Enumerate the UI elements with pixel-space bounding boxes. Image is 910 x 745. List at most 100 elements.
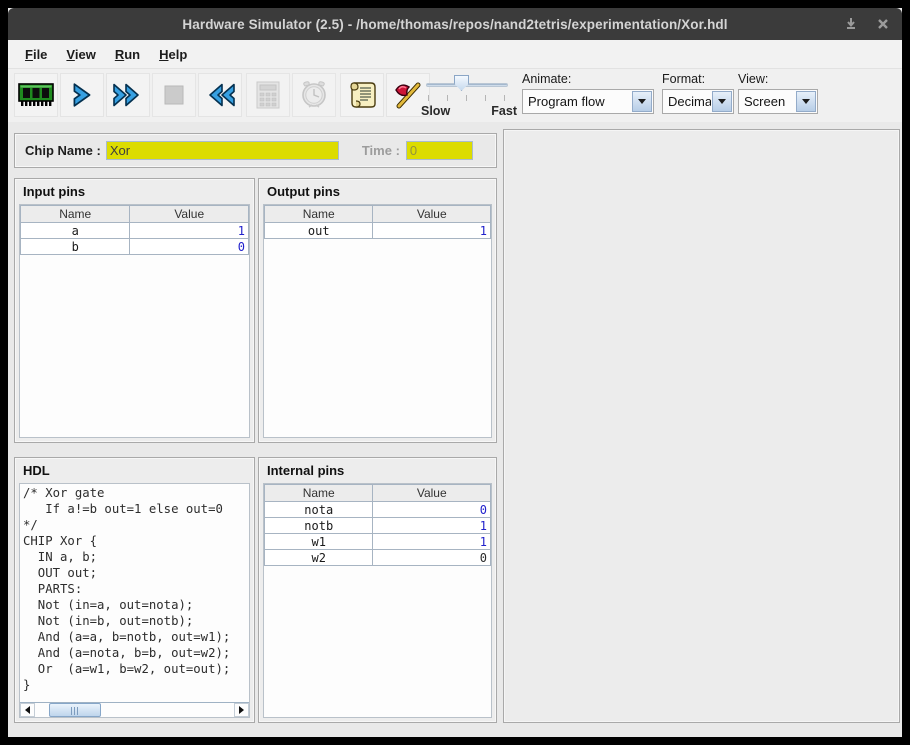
time-field: 0 [406,141,473,160]
animate-select[interactable]: Program flow [522,89,654,114]
hdl-line: Not (in=b, out=notb); [23,613,246,629]
chip-name-label: Chip Name : [25,143,101,158]
stop-button [152,73,196,117]
pin-name: nota [265,502,373,518]
format-group: Format: Decimal [662,72,734,114]
format-label: Format: [662,72,734,86]
view-label: View: [738,72,818,86]
single-step-button[interactable] [60,73,104,117]
hdl-line: PARTS: [23,581,246,597]
chip-name-bar: Chip Name : Xor Time : 0 [14,133,497,168]
chip-view-panel [503,129,900,723]
calculator-button [246,73,290,117]
hdl-panel: HDL /* Xor gate If a!=b out=1 else out=0… [14,457,255,723]
table-row: nota 0 [265,502,491,518]
pin-value[interactable]: 0 [373,502,491,518]
column-header-name: Name [265,485,373,502]
hdl-line: */ [23,517,246,533]
reset-button[interactable] [198,73,242,117]
window-title: Hardware Simulator (2.5) - /home/thomas/… [182,17,727,32]
column-header-name: Name [21,206,130,223]
speed-slider[interactable]: Slow Fast [418,71,520,121]
menu-file[interactable]: File [16,43,57,66]
pin-name: w2 [265,550,373,566]
single-step-icon [69,82,95,108]
table-row: b 0 [21,239,249,255]
table-row: notb 1 [265,518,491,534]
menu-run[interactable]: Run [106,43,150,66]
time-label: Time : [362,143,400,158]
column-header-value: Value [373,485,491,502]
hdl-line: IN a, b; [23,549,246,565]
stop-square-icon [162,83,186,107]
clock-button [292,73,336,117]
scroll-right-button[interactable] [234,703,249,717]
output-pins-title: Output pins [259,179,496,203]
scroll-left-button[interactable] [20,703,35,717]
input-pins-panel: Input pins Name Value a 1 b 0 [14,178,255,443]
view-select[interactable]: Screen [738,89,818,114]
chip-name-field[interactable]: Xor [106,141,339,160]
close-button[interactable] [874,15,892,33]
pin-value[interactable]: 0 [130,239,249,255]
format-select[interactable]: Decimal [662,89,734,114]
menu-bar: File View Run Help [8,40,902,68]
hdl-line: CHIP Xor { [23,533,246,549]
chevron-down-icon[interactable] [712,91,732,112]
pin-value[interactable]: 0 [373,550,491,566]
slider-slow-label: Slow [421,104,450,118]
column-header-value: Value [373,206,491,223]
chevron-down-icon[interactable] [632,91,652,112]
run-button[interactable] [106,73,150,117]
hdl-view: /* Xor gate If a!=b out=1 else out=0 */ … [19,483,250,718]
scrollbar-thumb[interactable] [49,703,101,717]
scrollbar-track[interactable] [35,703,234,717]
pin-name: a [21,223,130,239]
animate-value: Program flow [523,90,631,113]
hdl-line: Not (in=a, out=nota); [23,597,246,613]
pin-value[interactable]: 1 [373,518,491,534]
app-window: Hardware Simulator (2.5) - /home/thomas/… [8,8,902,737]
slider-fast-label: Fast [491,104,517,118]
menu-help[interactable]: Help [150,43,197,66]
table-row: a 1 [21,223,249,239]
fast-forward-icon [111,82,145,108]
menu-view[interactable]: View [57,43,105,66]
slider-thumb[interactable] [454,75,469,91]
minimize-button[interactable] [842,15,860,33]
view-value: Screen [739,90,795,113]
animate-group: Animate: Program flow [522,72,654,114]
hdl-line: /* Xor gate [23,485,246,501]
script-scroll-icon [347,79,377,111]
view-group: View: Screen [738,72,818,114]
pin-name: w1 [265,534,373,550]
hdl-line: And (a=a, b=notb, out=w1); [23,629,246,645]
chevron-down-icon[interactable] [796,91,816,112]
title-bar: Hardware Simulator (2.5) - /home/thomas/… [8,8,902,40]
output-pins-table: Name Value out 1 [263,204,492,438]
hdl-code[interactable]: /* Xor gate If a!=b out=1 else out=0 */ … [20,484,249,702]
input-pins-title: Input pins [15,179,254,203]
load-chip-button[interactable] [14,73,58,117]
main-content: Chip Name : Xor Time : 0 Input pins Name… [8,122,902,737]
pin-value[interactable]: 1 [373,534,491,550]
table-row: w1 1 [265,534,491,550]
table-row: out 1 [265,223,491,239]
pin-value[interactable]: 1 [130,223,249,239]
output-pins-panel: Output pins Name Value out 1 [258,178,497,443]
horizontal-scrollbar[interactable] [20,702,249,717]
internal-pins-title: Internal pins [259,458,496,482]
view-script-button[interactable] [340,73,384,117]
toolbar: Slow Fast Animate: Program flow Format: … [8,68,902,122]
input-pins-table: Name Value a 1 b 0 [19,204,250,438]
window-controls [842,8,892,40]
pin-value[interactable]: 1 [373,223,491,239]
table-row: w2 0 [265,550,491,566]
hdl-line: If a!=b out=1 else out=0 [23,501,246,517]
hdl-line: Or (a=w1, b=w2, out=out); [23,661,246,677]
hdl-title: HDL [15,458,254,482]
hdl-line: And (a=nota, b=b, out=w2); [23,645,246,661]
rewind-icon [203,82,237,108]
desktop: { "window": { "title": "Hardware Simulat… [0,0,910,745]
format-value: Decimal [663,90,711,113]
